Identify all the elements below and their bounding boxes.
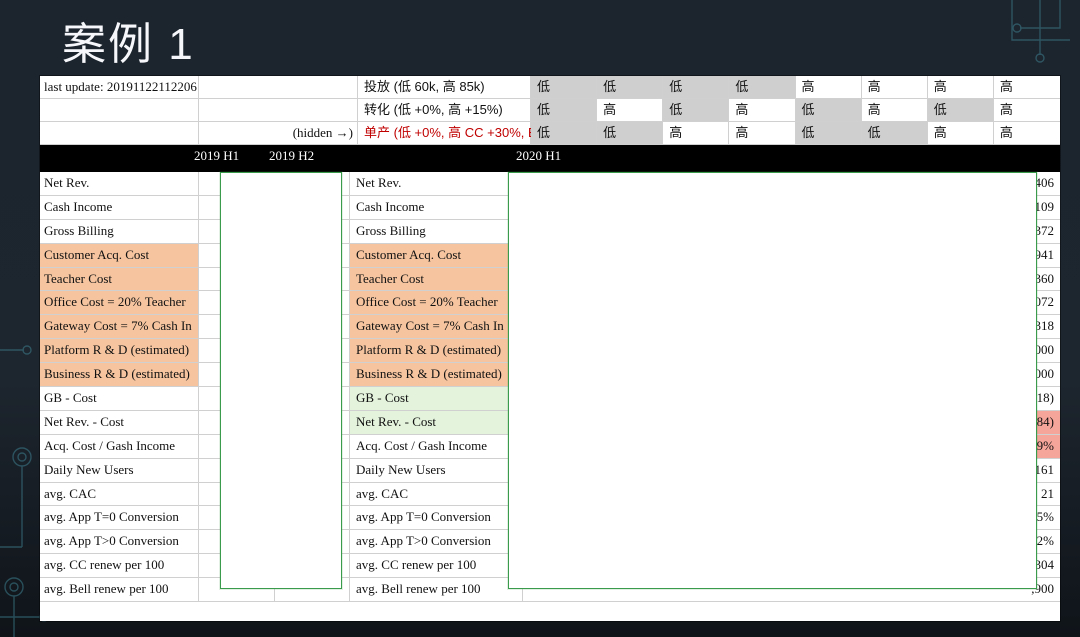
- row-label-2: Daily New Users: [350, 459, 523, 482]
- row-label: avg. App T>0 Conversion: [40, 530, 199, 553]
- hdr1-c4: 高: [796, 76, 862, 98]
- row-label: Platform R & D (estimated): [40, 339, 199, 362]
- row-label-2: avg. App T=0 Conversion: [350, 506, 523, 529]
- hdr2-c1: 高: [597, 99, 663, 121]
- row-label: avg. App T=0 Conversion: [40, 506, 199, 529]
- section-band: 2019 H1 2019 H2 2020 H1: [40, 145, 1060, 167]
- spreadsheet[interactable]: last update: 20191122112206 投放 (低 60k, 高…: [40, 76, 1060, 621]
- hdr-zhuanhua-label: 转化 (低 +0%, 高 +15%): [358, 99, 531, 121]
- overlay-right: [508, 172, 1037, 589]
- row-label-2: Platform R & D (estimated): [350, 339, 523, 362]
- col-2019h2: 2019 H2: [269, 148, 344, 164]
- col-2020h1: 2020 H1: [510, 148, 1060, 164]
- row-label-2: GB - Cost: [350, 387, 523, 410]
- overlay-left: [220, 172, 342, 589]
- row-label-2: Gateway Cost = 7% Cash In: [350, 315, 523, 338]
- last-update: last update: 20191122112206: [40, 76, 199, 98]
- row-label: Teacher Cost: [40, 268, 199, 291]
- col-2019h1: 2019 H1: [190, 148, 269, 164]
- hdr1-c3: 低: [729, 76, 795, 98]
- hdr1-c0: 低: [531, 76, 597, 98]
- row-label: Net Rev.: [40, 172, 199, 195]
- row-label: Gateway Cost = 7% Cash In: [40, 315, 199, 338]
- row-label-2: Office Cost = 20% Teacher: [350, 291, 523, 314]
- slide-title: 案例 1: [62, 8, 195, 72]
- hdr3-c7: 高: [994, 122, 1060, 144]
- hdr3-c1: 低: [597, 122, 663, 144]
- hdr1-c2: 低: [663, 76, 729, 98]
- hdr3-c6: 高: [928, 122, 994, 144]
- hdr-pad: [199, 76, 358, 98]
- row-label: Customer Acq. Cost: [40, 244, 199, 267]
- row-label: Daily New Users: [40, 459, 199, 482]
- hdr3-c2: 高: [663, 122, 729, 144]
- hdr2-c0: 低: [531, 99, 597, 121]
- row-label: Office Cost = 20% Teacher: [40, 291, 199, 314]
- row-label-2: Cash Income: [350, 196, 523, 219]
- hdr3-c5: 低: [862, 122, 928, 144]
- hidden-marker: (hidden →): [199, 122, 358, 144]
- row-label-2: Customer Acq. Cost: [350, 244, 523, 267]
- body-grid: Net Rev. 52 Net Rev. ,406 Cash Income 60…: [40, 172, 1060, 602]
- hdr-row-1: last update: 20191122112206 投放 (低 60k, 高…: [40, 76, 1060, 99]
- row-label-2: avg. CC renew per 100: [350, 554, 523, 577]
- row-label-2: Net Rev. - Cost: [350, 411, 523, 434]
- row-label-2: Teacher Cost: [350, 268, 523, 291]
- hdr-row-2: 转化 (低 +0%, 高 +15%) 低 高 低 高 低 高 低 高: [40, 99, 1060, 122]
- row-label: Cash Income: [40, 196, 199, 219]
- hdr3-c3: 高: [729, 122, 795, 144]
- hdr3-c0: 低: [531, 122, 597, 144]
- row-label: Net Rev. - Cost: [40, 411, 199, 434]
- row-label-2: Net Rev.: [350, 172, 523, 195]
- row-label-2: avg. Bell renew per 100: [350, 578, 523, 601]
- row-label: Acq. Cost / Gash Income: [40, 435, 199, 458]
- row-label-2: Gross Billing: [350, 220, 523, 243]
- hdr2-c2: 低: [663, 99, 729, 121]
- row-label: avg. CAC: [40, 483, 199, 506]
- row-label-2: Acq. Cost / Gash Income: [350, 435, 523, 458]
- hdr1-c1: 低: [597, 76, 663, 98]
- hdr2-c5: 高: [862, 99, 928, 121]
- row-label: avg. CC renew per 100: [40, 554, 199, 577]
- hdr2-c6: 低: [928, 99, 994, 121]
- row-label: GB - Cost: [40, 387, 199, 410]
- hdr2-c7: 高: [994, 99, 1060, 121]
- row-label-2: Business R & D (estimated): [350, 363, 523, 386]
- hdr1-c7: 高: [994, 76, 1060, 98]
- row-label-2: avg. App T>0 Conversion: [350, 530, 523, 553]
- hdr2-c4: 低: [796, 99, 862, 121]
- row-label: Business R & D (estimated): [40, 363, 199, 386]
- hdr-row-3: (hidden →) 单产 (低 +0%, 高 CC +30%, Bell + …: [40, 122, 1060, 145]
- hdr3-c4: 低: [796, 122, 862, 144]
- row-label: avg. Bell renew per 100: [40, 578, 199, 601]
- hdr2-c3: 高: [729, 99, 795, 121]
- hdr-danchan-label: 单产 (低 +0%, 高 CC +30%, Bell + 70%): [358, 122, 531, 144]
- hdr1-c6: 高: [928, 76, 994, 98]
- row-label: Gross Billing: [40, 220, 199, 243]
- row-label-2: avg. CAC: [350, 483, 523, 506]
- hdr1-c5: 高: [862, 76, 928, 98]
- hdr-toufang-label: 投放 (低 60k, 高 85k): [358, 76, 531, 98]
